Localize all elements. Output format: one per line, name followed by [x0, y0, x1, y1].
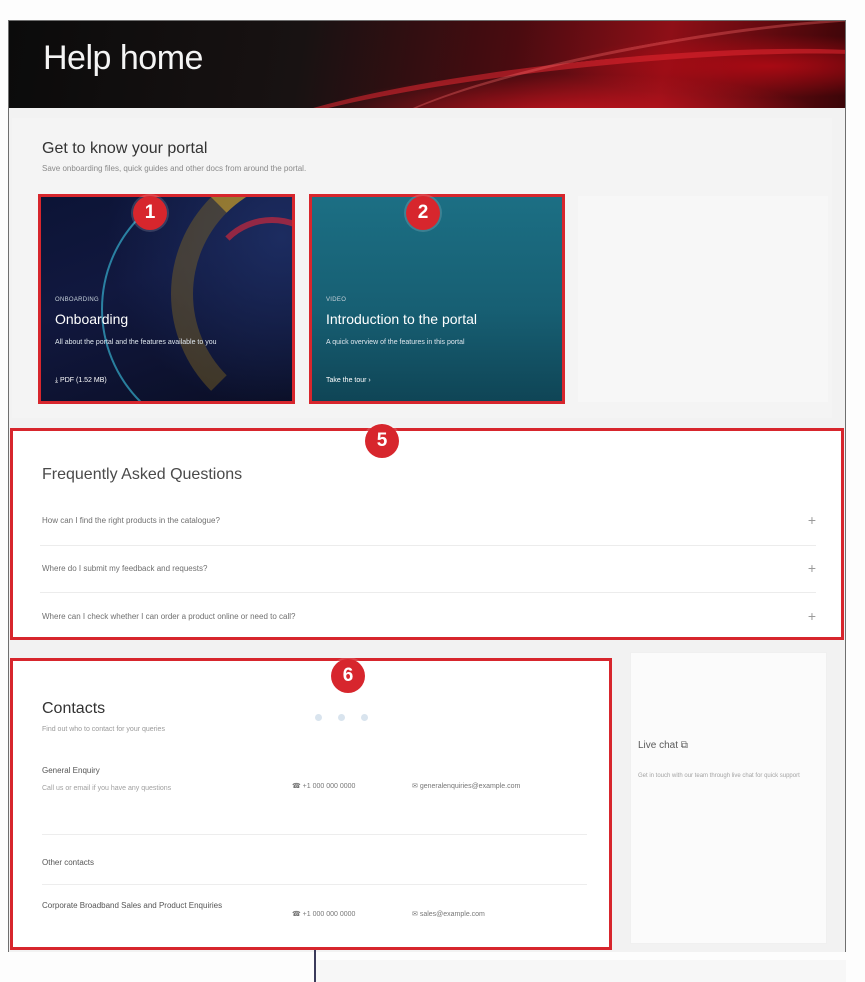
- card-title: Introduction to the portal: [326, 311, 477, 327]
- download-pdf-link[interactable]: ⤓ PDF (1.52 MB): [55, 377, 107, 385]
- divider: [40, 545, 816, 546]
- intro-video-card[interactable]: VIDEO Introduction to the portal A quick…: [309, 194, 565, 404]
- phone-icon: ☎: [292, 911, 303, 918]
- expand-plus-icon[interactable]: +: [808, 560, 816, 576]
- faq-title: Frequently Asked Questions: [42, 466, 243, 483]
- phone-link[interactable]: ☎ +1 000 000 0000: [292, 910, 355, 918]
- card-eyebrow: VIDEO: [326, 297, 347, 303]
- email-address: sales@example.com: [419, 911, 485, 918]
- hero-banner: Help home: [9, 21, 845, 108]
- arrow-right-icon: ›: [366, 377, 371, 384]
- faq-question: Where do I submit my feedback and reques…: [42, 564, 208, 573]
- contact-label: Other contacts: [42, 858, 95, 867]
- email-address: generalenquiries@example.com: [419, 783, 521, 790]
- phone-number: +1 000 000 0000: [302, 783, 356, 790]
- faq-question: Where can I check whether I can order a …: [42, 612, 296, 621]
- contacts-title: Contacts: [42, 700, 106, 717]
- faq-question: How can I find the right products in the…: [42, 516, 220, 525]
- card-eyebrow: ONBOARDING: [55, 297, 100, 303]
- carousel-dot[interactable]: [361, 714, 368, 721]
- divider: [40, 592, 816, 593]
- empty-card-slot: [578, 196, 828, 402]
- livechat-subtitle: Get in touch with our team through live …: [638, 773, 800, 779]
- phone-icon: ☎: [292, 783, 303, 790]
- expand-plus-icon[interactable]: +: [808, 512, 816, 528]
- mail-icon: ✉: [412, 911, 420, 918]
- card-title: Onboarding: [55, 311, 129, 327]
- onboarding-card[interactable]: ONBOARDING Onboarding All about the port…: [38, 194, 295, 404]
- divider: [42, 884, 587, 885]
- email-link[interactable]: ✉ generalenquiries@example.com: [412, 782, 520, 790]
- take-tour-link[interactable]: Take the tour ›: [326, 377, 371, 384]
- faq-item[interactable]: Where do I submit my feedback and reques…: [30, 556, 826, 586]
- faq-item[interactable]: How can I find the right products in the…: [30, 508, 826, 538]
- card-description: All about the portal and the features av…: [55, 339, 217, 346]
- contact-label: General Enquiry: [42, 766, 100, 775]
- section-title: Get to know your portal: [42, 140, 208, 157]
- contact-label: Corporate Broadband Sales and Product En…: [42, 901, 223, 910]
- contact-note: Call us or email if you have any questio…: [42, 785, 172, 792]
- phone-link[interactable]: ☎ +1 000 000 0000: [292, 782, 355, 790]
- callout-badge-1: 1: [133, 196, 167, 230]
- callout-badge-6: 6: [331, 659, 365, 693]
- faq-item[interactable]: Where can I check whether I can order a …: [30, 604, 826, 634]
- section-subtitle: Save onboarding files, quick guides and …: [42, 164, 307, 173]
- email-link[interactable]: ✉ sales@example.com: [412, 910, 485, 918]
- carousel-dots: [315, 708, 384, 726]
- divider: [42, 834, 587, 835]
- contacts-subtitle: Find out who to contact for your queries: [42, 726, 165, 733]
- page-title: Help home: [43, 39, 203, 77]
- take-tour-label: Take the tour: [326, 377, 367, 384]
- livechat-link[interactable]: Live chat ⧉: [638, 740, 688, 751]
- footer-strip: [316, 960, 846, 982]
- carousel-dot[interactable]: [338, 714, 345, 721]
- external-link-icon: ⧉: [678, 740, 688, 751]
- callout-badge-2: 2: [406, 196, 440, 230]
- expand-plus-icon[interactable]: +: [808, 608, 816, 624]
- carousel-dot[interactable]: [315, 714, 322, 721]
- phone-number: +1 000 000 0000: [302, 911, 356, 918]
- callout-badge-5: 5: [365, 424, 399, 458]
- livechat-title: Live chat: [638, 740, 679, 751]
- download-link-label: PDF (1.52 MB): [60, 377, 107, 384]
- livechat-panel: [630, 652, 827, 944]
- mail-icon: ✉: [412, 783, 420, 790]
- card-description: A quick overview of the features in this…: [326, 339, 465, 346]
